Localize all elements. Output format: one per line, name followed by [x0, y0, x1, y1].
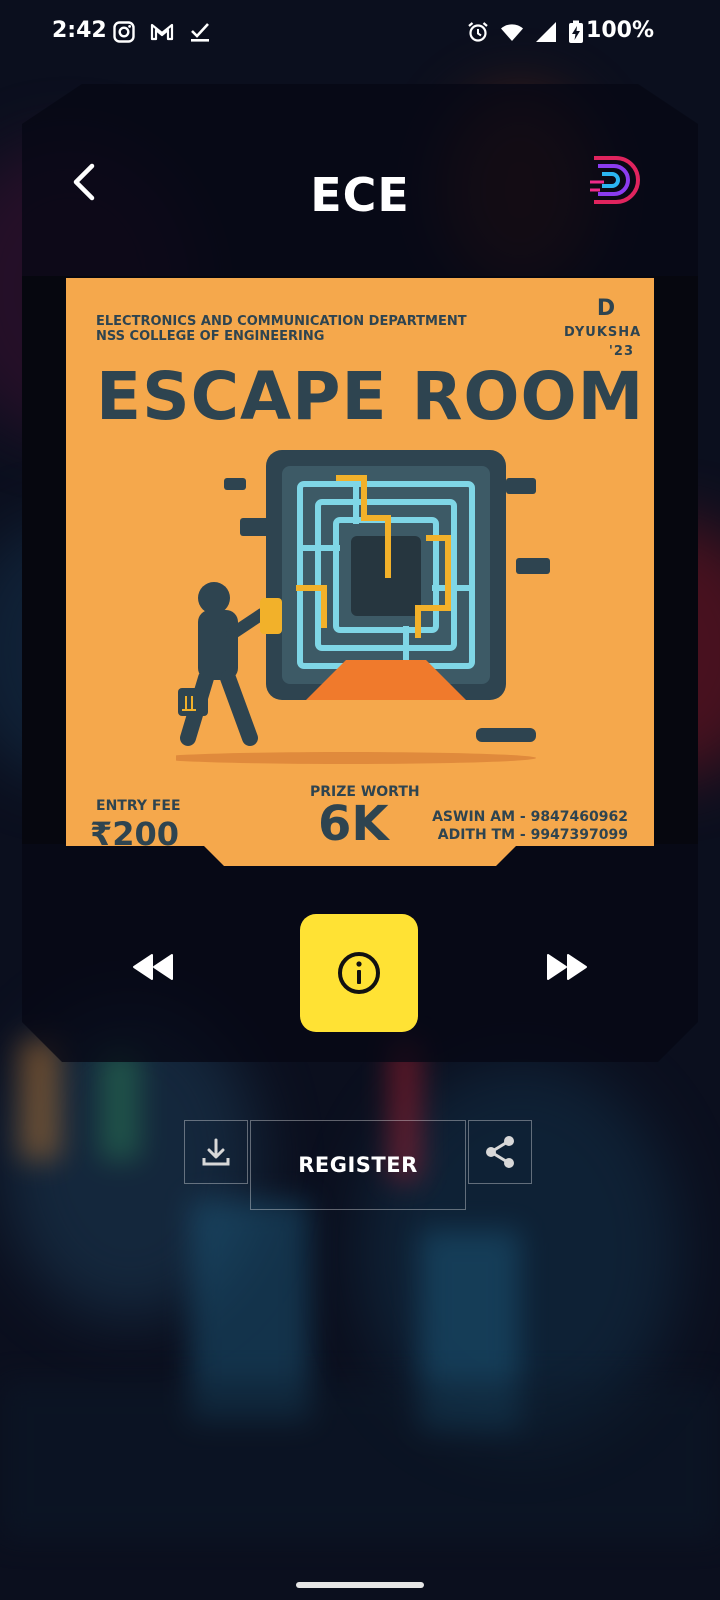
- poster-entry-fee-value: ₹200: [90, 815, 180, 853]
- home-indicator[interactable]: [296, 1582, 424, 1588]
- escape-room-illustration: [176, 450, 550, 764]
- download-icon: [202, 1138, 230, 1166]
- poster-event-title: ESCAPE ROOM: [96, 358, 645, 435]
- battery-percentage: 100%: [586, 18, 654, 43]
- info-button[interactable]: [300, 914, 418, 1032]
- download-done-icon: [191, 23, 209, 42]
- status-time: 2:42: [52, 18, 107, 43]
- poster-contact-2: ADITH TM - 9947397099: [437, 827, 628, 843]
- gmail-icon: [150, 23, 174, 41]
- instagram-icon: [113, 21, 135, 43]
- fast-forward-icon[interactable]: [546, 952, 590, 982]
- status-bar: 2:42 100%: [0, 0, 720, 64]
- signal-icon: [536, 22, 556, 42]
- info-icon: [338, 952, 380, 994]
- poster-contacts: ASWIN AM - 9847460962 ADITH TM - 9947397…: [432, 808, 628, 844]
- poster-brand: D DYUKSHA '23: [564, 296, 640, 359]
- event-poster: ELECTRONICS AND COMMUNICATION DEPARTMENT…: [66, 278, 654, 866]
- poster-entry-fee-label: ENTRY FEE: [96, 798, 181, 814]
- battery-charging-icon: [569, 20, 583, 43]
- dyuksha-logo-icon: [590, 156, 640, 204]
- poster-department: ELECTRONICS AND COMMUNICATION DEPARTMENT: [96, 314, 467, 329]
- share-button[interactable]: [468, 1120, 532, 1184]
- poster-college: NSS COLLEGE OF ENGINEERING: [96, 329, 325, 344]
- share-icon: [486, 1136, 514, 1168]
- alarm-icon: [468, 22, 488, 42]
- wifi-icon: [501, 24, 523, 41]
- rewind-icon[interactable]: [130, 952, 174, 982]
- register-button[interactable]: REGISTER: [250, 1120, 466, 1210]
- poster-brand-text: DYUKSHA '23: [564, 325, 642, 359]
- poster-brand-mark: D: [596, 296, 616, 321]
- download-button[interactable]: [184, 1120, 248, 1184]
- poster-prize-value: 6K: [318, 796, 389, 852]
- poster-contact-1: ASWIN AM - 9847460962: [432, 809, 628, 825]
